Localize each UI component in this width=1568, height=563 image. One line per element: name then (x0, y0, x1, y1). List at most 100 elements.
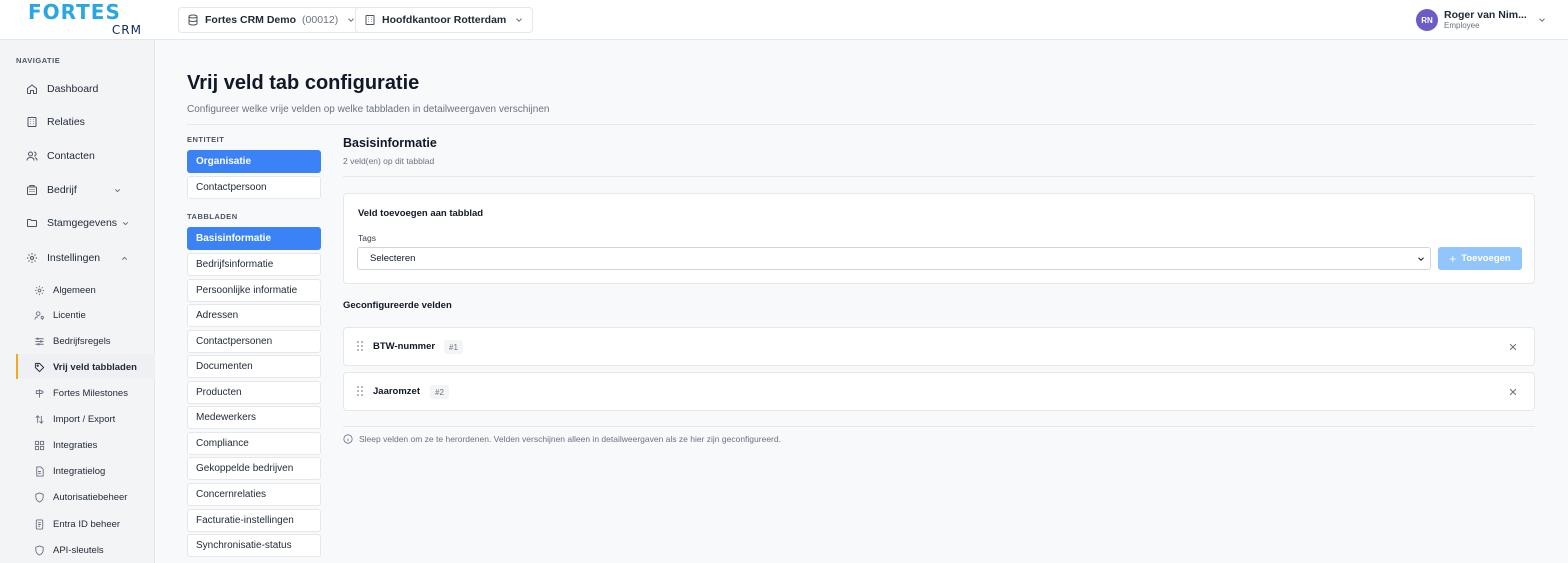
page-title: Vrij veld tab configuratie (187, 72, 420, 94)
user-key-icon (34, 310, 44, 320)
tab-producten[interactable]: Producten (187, 381, 321, 404)
building-icon (27, 117, 37, 127)
sidebar-subitem-label: Integraties (53, 439, 98, 451)
configured-fields-title: Geconfigureerde velden (343, 300, 452, 311)
tab-bedrijfsinformatie[interactable]: Bedrijfsinformatie (187, 253, 321, 276)
section-subtitle: 2 veld(en) op dit tabblad (343, 156, 435, 166)
sidebar-subitem-autorisatiebeheer[interactable]: Autorisatiebeheer (34, 490, 127, 504)
sidebar-heading: NAVIGATIE (16, 56, 61, 65)
logo-subtitle: CRM (111, 23, 142, 37)
sidebar-subitem-integratielog[interactable]: Integratielog (34, 464, 105, 478)
tab-gekoppelde-bedrijven[interactable]: Gekoppelde bedrijven (187, 457, 321, 480)
tags-select[interactable]: Selecteren (357, 247, 1431, 270)
office-name: Hoofdkantoor Rotterdam (382, 14, 507, 26)
sidebar-subitem-label: Bedrijfsregels (53, 335, 111, 347)
tag-icon (34, 362, 45, 372)
building-icon (27, 185, 37, 195)
sidebar-subitem-vrij-veld-tabbladen[interactable]: Vrij veld tabbladen (34, 360, 137, 374)
tab-contactpersonen[interactable]: Contactpersonen (187, 330, 321, 353)
sidebar-subitem-label: Vrij veld tabbladen (53, 361, 137, 373)
plus-icon: + (1449, 251, 1457, 266)
chevron-down-icon (516, 18, 523, 22)
sidebar-item-contacten[interactable]: Contacten (26, 148, 95, 164)
building-icon (365, 15, 375, 25)
tab-synchronisatie-status[interactable]: Synchronisatie-status (187, 534, 321, 557)
drag-handle-icon[interactable] (356, 340, 364, 352)
add-field-card: Veld toevoegen aan tabblad Tags Selecter… (343, 193, 1535, 284)
entity-organisatie[interactable]: Organisatie (187, 150, 321, 173)
entity-heading: ENTITEIT (187, 135, 225, 144)
field-name: Jaaromzet (373, 386, 420, 397)
user-name: Roger van Nim... (1444, 9, 1527, 21)
divider (187, 124, 1535, 125)
sidebar-subitem-entra-id-beheer[interactable]: Entra ID beheer (34, 517, 120, 531)
tabs-heading: TABBLADEN (187, 212, 238, 221)
configured-field-row[interactable]: BTW-nummer #1 (343, 327, 1535, 366)
sidebar-subitem-algemeen[interactable]: Algemeen (34, 283, 96, 297)
tab-concernrelaties[interactable]: Concernrelaties (187, 483, 321, 506)
sidebar-item-label: Contacten (47, 150, 95, 162)
sidebar-item-label: Dashboard (47, 83, 99, 95)
shield-icon (35, 544, 44, 556)
home-icon (27, 84, 37, 94)
sidebar-subitem-label: Integratielog (53, 465, 106, 477)
sidebar: NAVIGATIE Dashboard Relaties Contacten B… (0, 40, 155, 563)
sliders-icon (35, 337, 44, 345)
company-selector[interactable]: Fortes CRM Demo (00012) (178, 7, 366, 33)
tab-adressen[interactable]: Adressen (187, 304, 321, 327)
sidebar-item-relaties[interactable]: Relaties (26, 114, 85, 130)
fortes-logo[interactable]: FORTES CRM (28, 2, 144, 38)
sidebar-subitem-licentie[interactable]: Licentie (34, 308, 86, 322)
sidebar-subitem-integraties[interactable]: Integraties (34, 438, 97, 452)
sidebar-item-dashboard[interactable]: Dashboard (26, 81, 98, 97)
sidebar-subitem-fortes-milestones[interactable]: Fortes Milestones (34, 386, 128, 400)
tab-compliance[interactable]: Compliance (187, 432, 321, 455)
arrows-updown-icon (35, 414, 44, 424)
sidebar-item-stamgegevens[interactable]: Stamgegevens (26, 215, 130, 231)
divider (343, 176, 1535, 177)
shield-icon (35, 491, 44, 503)
sidebar-item-instellingen[interactable]: Instellingen (26, 250, 129, 266)
sidebar-item-label: Relaties (47, 116, 85, 128)
gear-icon (27, 253, 37, 263)
info-icon (343, 434, 353, 444)
tab-facturatie-instellingen[interactable]: Facturatie-instellingen (187, 509, 321, 532)
file-icon (36, 465, 44, 477)
add-button-label: Toevoegen (1461, 253, 1511, 264)
tab-basisinformatie[interactable]: Basisinformatie (187, 227, 321, 250)
sidebar-subitem-label: Algemeen (53, 284, 96, 296)
page-subtitle: Configureer welke vrije velden op welke … (187, 104, 550, 115)
company-code: (00012) (302, 14, 339, 26)
sidebar-item-bedrijf[interactable]: Bedrijf (26, 182, 122, 198)
office-selector[interactable]: Hoofdkantoor Rotterdam (355, 7, 534, 33)
tags-select-value: Selecteren (370, 253, 416, 264)
folder-icon (27, 219, 37, 227)
tab-documenten[interactable]: Documenten (187, 355, 321, 378)
configured-field-row[interactable]: Jaaromzet #2 (343, 372, 1535, 411)
tab-medewerkers[interactable]: Medewerkers (187, 406, 321, 429)
sidebar-subitem-api-sleutels[interactable]: API-sleutels (34, 543, 104, 557)
entity-contactpersoon[interactable]: Contactpersoon (187, 176, 321, 199)
close-icon[interactable] (1508, 387, 1518, 397)
field-order-badge: #1 (444, 340, 463, 354)
hint-text: Sleep velden om ze te herordenen. Velden… (343, 434, 781, 444)
close-icon[interactable] (1508, 342, 1518, 352)
user-role: Employee (1444, 21, 1480, 30)
chevron-down-icon (122, 221, 129, 225)
sidebar-subitem-import-export[interactable]: Import / Export (34, 412, 115, 426)
user-menu[interactable]: RN Roger van Nim... Employee (1416, 8, 1547, 32)
add-button[interactable]: + Toevoegen (1438, 247, 1522, 270)
field-order-badge: #2 (430, 385, 449, 399)
blocks-icon (34, 440, 45, 450)
gear-icon (34, 285, 45, 295)
divider (343, 426, 1535, 427)
database-icon (188, 14, 198, 26)
id-card-icon (35, 518, 44, 530)
sidebar-subitem-bedrijfsregels[interactable]: Bedrijfsregels (34, 334, 111, 348)
tab-persoonlijke-informatie[interactable]: Persoonlijke informatie (187, 279, 321, 302)
top-bar: FORTES CRM Fortes CRM Demo (00012) Hoofd… (0, 0, 1568, 40)
chevron-up-icon (122, 256, 128, 260)
hint-label: Sleep velden om ze te herordenen. Velden… (359, 434, 781, 444)
chevron-down-icon (1538, 18, 1545, 22)
drag-handle-icon[interactable] (356, 385, 364, 397)
